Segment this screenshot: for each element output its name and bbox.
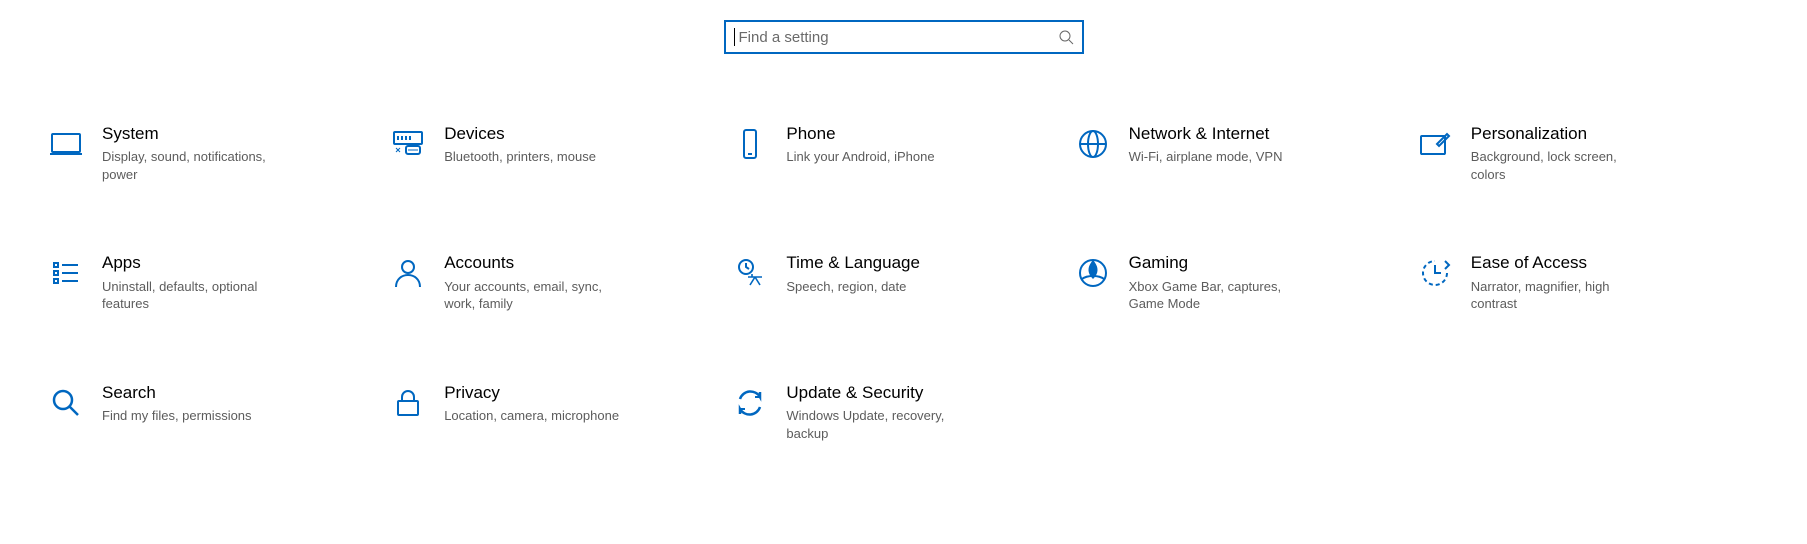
tile-desc: Background, lock screen, colors bbox=[1471, 148, 1651, 183]
ease-of-access-icon bbox=[1417, 255, 1453, 291]
tile-time-language[interactable]: Time & Language Speech, region, date bbox=[732, 253, 1074, 312]
tile-title: Accounts bbox=[444, 253, 624, 273]
tile-devices[interactable]: Devices Bluetooth, printers, mouse bbox=[390, 124, 732, 183]
tile-title: Search bbox=[102, 383, 252, 403]
tile-title: System bbox=[102, 124, 282, 144]
tile-title: Time & Language bbox=[786, 253, 920, 273]
tile-phone[interactable]: Phone Link your Android, iPhone bbox=[732, 124, 1074, 183]
tile-personalization[interactable]: Personalization Background, lock screen,… bbox=[1417, 124, 1759, 183]
tile-ease-of-access[interactable]: Ease of Access Narrator, magnifier, high… bbox=[1417, 253, 1759, 312]
tile-desc: Find my files, permissions bbox=[102, 407, 252, 425]
gaming-icon bbox=[1075, 255, 1111, 291]
phone-icon bbox=[732, 126, 768, 162]
tile-title: Update & Security bbox=[786, 383, 966, 403]
tile-title: Gaming bbox=[1129, 253, 1309, 273]
text-caret bbox=[734, 28, 735, 46]
personalization-icon bbox=[1417, 126, 1453, 162]
tile-update-security[interactable]: Update & Security Windows Update, recove… bbox=[732, 383, 1074, 442]
search-icon bbox=[1058, 29, 1074, 45]
tile-title: Devices bbox=[444, 124, 596, 144]
tile-desc: Wi-Fi, airplane mode, VPN bbox=[1129, 148, 1283, 166]
accounts-icon bbox=[390, 255, 426, 291]
devices-icon bbox=[390, 126, 426, 162]
tile-desc: Display, sound, notifications, power bbox=[102, 148, 282, 183]
tile-desc: Windows Update, recovery, backup bbox=[786, 407, 966, 442]
tile-system[interactable]: System Display, sound, notifications, po… bbox=[48, 124, 390, 183]
tile-desc: Bluetooth, printers, mouse bbox=[444, 148, 596, 166]
tile-desc: Link your Android, iPhone bbox=[786, 148, 934, 166]
tile-title: Personalization bbox=[1471, 124, 1651, 144]
tile-accounts[interactable]: Accounts Your accounts, email, sync, wor… bbox=[390, 253, 732, 312]
tile-desc: Xbox Game Bar, captures, Game Mode bbox=[1129, 278, 1309, 313]
tile-apps[interactable]: Apps Uninstall, defaults, optional featu… bbox=[48, 253, 390, 312]
system-icon bbox=[48, 126, 84, 162]
privacy-icon bbox=[390, 385, 426, 421]
tile-title: Apps bbox=[102, 253, 282, 273]
search-category-icon bbox=[48, 385, 84, 421]
tile-title: Phone bbox=[786, 124, 934, 144]
search-input-container[interactable] bbox=[724, 20, 1084, 54]
tile-desc: Your accounts, email, sync, work, family bbox=[444, 278, 624, 313]
network-icon bbox=[1075, 126, 1111, 162]
update-security-icon bbox=[732, 385, 768, 421]
tile-title: Ease of Access bbox=[1471, 253, 1651, 273]
tile-search[interactable]: Search Find my files, permissions bbox=[48, 383, 390, 442]
tile-privacy[interactable]: Privacy Location, camera, microphone bbox=[390, 383, 732, 442]
tile-desc: Speech, region, date bbox=[786, 278, 920, 296]
time-language-icon bbox=[732, 255, 768, 291]
settings-grid: System Display, sound, notifications, po… bbox=[0, 124, 1807, 442]
tile-network[interactable]: Network & Internet Wi-Fi, airplane mode,… bbox=[1075, 124, 1417, 183]
tile-desc: Location, camera, microphone bbox=[444, 407, 619, 425]
tile-desc: Uninstall, defaults, optional features bbox=[102, 278, 282, 313]
search-input[interactable] bbox=[737, 28, 1058, 47]
tile-gaming[interactable]: Gaming Xbox Game Bar, captures, Game Mod… bbox=[1075, 253, 1417, 312]
tile-desc: Narrator, magnifier, high contrast bbox=[1471, 278, 1651, 313]
apps-icon bbox=[48, 255, 84, 291]
tile-title: Network & Internet bbox=[1129, 124, 1283, 144]
tile-title: Privacy bbox=[444, 383, 619, 403]
